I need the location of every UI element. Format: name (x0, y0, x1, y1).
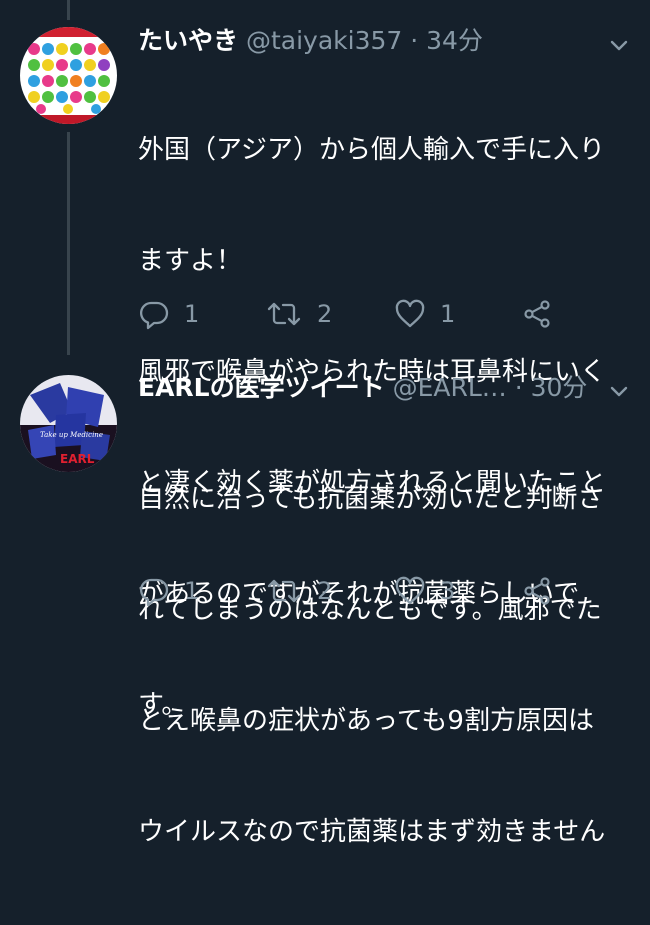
tweet-2[interactable]: Take up Medicine EARL EARLの医学ツイート @EARL…… (0, 353, 650, 847)
chevron-down-icon[interactable] (607, 379, 631, 403)
reply-icon (138, 575, 170, 607)
avatar[interactable] (20, 27, 117, 124)
tweet-actions: 1 2 1 (138, 298, 598, 338)
retweet-icon (265, 298, 303, 330)
svg-text:Take up Medicine: Take up Medicine (40, 431, 103, 439)
text-line: ますよ！ (138, 246, 243, 276)
reply-button[interactable]: 1 (138, 298, 199, 330)
timestamp[interactable]: 34分 (426, 26, 483, 55)
retweet-button[interactable]: 2 (265, 298, 332, 330)
like-icon (394, 298, 426, 330)
tweet-text: 自然に治っても抗菌薬が効いたと判断さ れてしまうのはなんともです。風邪でた とえ… (138, 407, 633, 925)
separator-dot: · (410, 26, 419, 55)
share-button[interactable] (521, 575, 553, 607)
avatar-logo-text: EARL (60, 452, 95, 466)
share-icon (521, 298, 553, 330)
tweet-1[interactable]: たいやき @taiyaki357 · 34分 外国（アジア）から個人輸入で手に入… (0, 0, 650, 720)
text-line: ウイルスなので抗菌薬はまず効きません (138, 817, 606, 847)
text-line: 自然に治っても抗菌薬が効いたと判断さ (138, 484, 604, 514)
display-name[interactable]: EARLの医学ツイート (138, 373, 385, 402)
retweet-count: 2 (317, 300, 333, 328)
reply-count: 1 (184, 300, 200, 328)
share-icon (521, 575, 553, 607)
retweet-button[interactable]: 2 (265, 575, 332, 607)
separator-dot: · (514, 373, 523, 402)
like-count: 1 (440, 300, 456, 328)
timestamp[interactable]: 30分 (531, 373, 588, 402)
like-button[interactable]: 1 (394, 298, 455, 330)
tweet-header: たいやき @taiyaki357 · 34分 (138, 24, 483, 58)
reply-count: 1 (184, 577, 200, 605)
tweet-header: EARLの医学ツイート @EARL… · 30分 (138, 371, 587, 405)
text-line: とえ喉鼻の症状があっても9割方原因は (138, 706, 594, 736)
tweet-actions: 1 2 3 (138, 575, 598, 615)
avatar[interactable]: Take up Medicine EARL (20, 375, 117, 472)
chevron-down-icon[interactable] (607, 33, 631, 57)
retweet-count: 2 (317, 577, 333, 605)
reply-button[interactable]: 1 (138, 575, 199, 607)
reply-icon (138, 298, 170, 330)
thread-connector (67, 132, 70, 355)
display-name[interactable]: たいやき (138, 26, 238, 55)
user-handle[interactable]: @taiyaki357 (246, 26, 402, 55)
share-button[interactable] (521, 298, 553, 330)
like-button[interactable]: 3 (394, 575, 455, 607)
like-icon (394, 575, 426, 607)
like-count: 3 (440, 577, 456, 605)
text-line: 外国（アジア）から個人輸入で手に入り (138, 135, 605, 165)
retweet-icon (265, 575, 303, 607)
user-handle[interactable]: @EARL… (393, 373, 507, 402)
